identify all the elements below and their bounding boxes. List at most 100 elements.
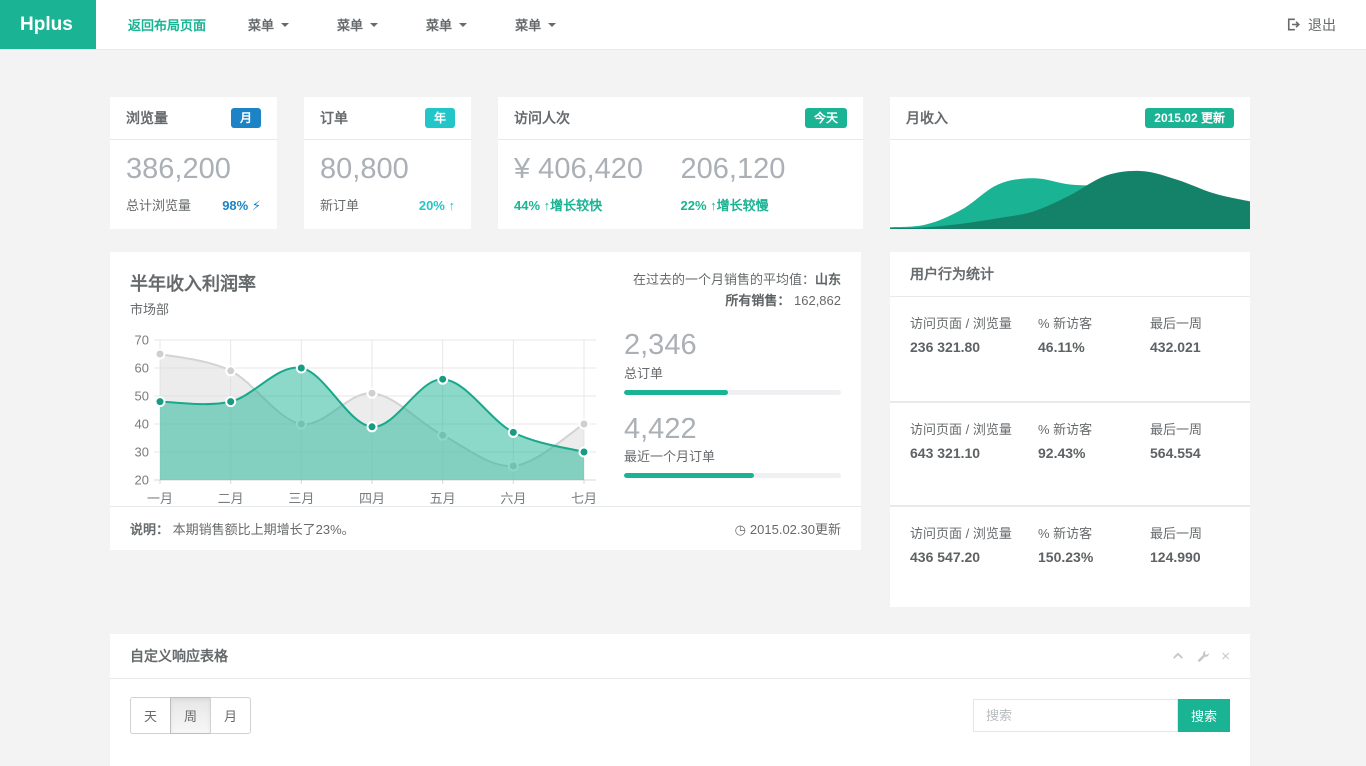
back-to-layout-link[interactable]: 返回布局页面 xyxy=(110,0,224,49)
chevron-up-icon xyxy=(1172,650,1184,662)
svg-text:二月: 二月 xyxy=(218,491,244,506)
visits-right-desc: 增长较慢 xyxy=(717,198,769,213)
collapse-button[interactable] xyxy=(1172,650,1184,662)
svg-text:一月: 一月 xyxy=(147,491,173,506)
user-behavior-panel: 用户行为统计 访问页面 / 浏览量236 321.80 % 新访客46.11% … xyxy=(890,252,1250,607)
search-button[interactable]: 搜索 xyxy=(1178,699,1230,732)
card-title: 访问人次 xyxy=(514,108,570,128)
total-orders-label: 总订单 xyxy=(624,363,841,382)
middle-row: 半年收入利润率 市场部 203040506070一月二月三月四月五月六月七月 在… xyxy=(110,252,1250,607)
menu-item-2[interactable]: 菜单 xyxy=(313,0,402,49)
panel-note: 说明： 本期销售额比上期增长了23%。 xyxy=(130,519,355,538)
panel-title: 用户行为统计 xyxy=(910,264,994,284)
stat-card-visits: 访问人次 今天 ¥ 406,420 44% ↑增长较快 206,120 22% … xyxy=(498,97,863,229)
svg-text:四月: 四月 xyxy=(359,491,385,506)
total-orders-progress xyxy=(624,390,841,395)
last-week-metric: 432.021 xyxy=(1150,339,1230,355)
svg-text:30: 30 xyxy=(135,445,149,460)
visits-left-desc: 增长较快 xyxy=(550,198,602,213)
total-orders-stat: 2,346 总订单 xyxy=(624,330,841,395)
svg-text:60: 60 xyxy=(135,361,149,376)
panel-title: 自定义响应表格 xyxy=(130,646,228,666)
column-header-item: 项目 xyxy=(130,756,728,766)
card-title: 订单 xyxy=(320,108,348,128)
new-visitors-metric: 150.23% xyxy=(1038,549,1150,565)
month-orders-stat: 4,422 最近一个月订单 xyxy=(624,414,841,479)
last-week-metric: 564.554 xyxy=(1150,445,1230,461)
svg-text:六月: 六月 xyxy=(500,491,526,506)
update-time: ◷2015.02.30更新 xyxy=(735,519,841,538)
menu-item-4[interactable]: 菜单 xyxy=(491,0,580,49)
filter-day-button[interactable]: 天 xyxy=(130,697,171,734)
settings-button[interactable] xyxy=(1196,650,1209,663)
stat-card-views: 浏览量 月 386,200 总计浏览量 98% ⚡ xyxy=(110,97,277,229)
stat-card-orders: 订单 年 80,800 新订单 20% ↑ xyxy=(304,97,471,229)
chevron-down-icon xyxy=(370,23,378,27)
period-filter-group: 天 周 月 xyxy=(130,697,251,734)
top-navbar: Hplus 返回布局页面 菜单 菜单 菜单 菜单 退出 xyxy=(0,0,1366,50)
close-icon[interactable]: × xyxy=(1221,649,1230,664)
responsive-table-panel: 自定义响应表格 × 天 周 月 xyxy=(110,634,1250,766)
bolt-icon: ⚡ xyxy=(252,198,261,213)
visits-metric: 436 547.20 xyxy=(910,549,1020,565)
column-header-progress: 进度 xyxy=(728,756,838,766)
chevron-down-icon xyxy=(548,23,556,27)
visits-left-percent: 44% xyxy=(514,198,540,213)
menu-item-3[interactable]: 菜单 xyxy=(402,0,491,49)
visits-amount: ¥ 406,420 xyxy=(514,154,681,186)
logout-label: 退出 xyxy=(1308,15,1336,35)
total-sales-value: 162,862 xyxy=(794,293,841,308)
chevron-down-icon xyxy=(281,23,289,27)
new-visitors-metric: 46.11% xyxy=(1038,339,1150,355)
revenue-profit-panel: 半年收入利润率 市场部 203040506070一月二月三月四月五月六月七月 在… xyxy=(110,252,861,550)
svg-text:40: 40 xyxy=(135,417,149,432)
income-sparkline-chart xyxy=(890,140,1250,229)
orders-value: 80,800 xyxy=(320,154,455,186)
orders-percent: 20% xyxy=(419,198,445,213)
user-stats-row: 访问页面 / 浏览量643 321.10 % 新访客92.43% 最后一周564… xyxy=(890,401,1250,505)
level-up-icon: ↑ xyxy=(449,198,456,213)
period-badge: 今天 xyxy=(805,108,847,128)
page-content: 浏览量 月 386,200 总计浏览量 98% ⚡ 订单 年 80,800 新订… xyxy=(0,50,1366,766)
svg-text:七月: 七月 xyxy=(571,491,597,506)
user-stats-row: 访问页面 / 浏览量236 321.80 % 新访客46.11% 最后一周432… xyxy=(890,297,1250,401)
avg-sales-region: 山东 xyxy=(815,272,841,287)
column-header-action: 操作 xyxy=(1139,756,1230,766)
chart-subtitle: 市场部 xyxy=(130,299,610,318)
month-orders-value: 4,422 xyxy=(624,414,841,446)
table-header-row: 项目 进度 任务 日期 操作 xyxy=(130,756,1230,766)
month-orders-progress xyxy=(624,473,841,478)
menu-item-1[interactable]: 菜单 xyxy=(224,0,313,49)
card-title: 浏览量 xyxy=(126,108,168,128)
filter-month-button[interactable]: 月 xyxy=(210,697,251,734)
sales-summary-text: 在过去的一个月销售的平均值：山东 所有销售： 162,862 xyxy=(624,270,841,310)
card-title: 月收入 xyxy=(906,108,948,128)
panel-footer: 说明： 本期销售额比上期增长了23%。 ◷2015.02.30更新 xyxy=(110,506,861,550)
views-label: 总计浏览量 xyxy=(126,195,191,214)
orders-label: 新订单 xyxy=(320,195,359,214)
period-badge: 年 xyxy=(425,108,455,128)
projects-table: 项目 进度 任务 日期 操作 xyxy=(130,756,1230,766)
visits-right-block: 206,120 22% ↑增长较慢 xyxy=(681,154,848,214)
month-orders-label: 最近一个月订单 xyxy=(624,446,841,465)
visits-metric: 236 321.80 xyxy=(910,339,1020,355)
visits-count: 206,120 xyxy=(681,154,848,186)
brand-logo[interactable]: Hplus xyxy=(0,0,96,49)
column-header-date: 日期 xyxy=(948,756,1138,766)
user-stats-row: 访问页面 / 浏览量436 547.20 % 新访客150.23% 最后一周12… xyxy=(890,505,1250,609)
new-visitors-metric: 92.43% xyxy=(1038,445,1150,461)
table-search: 搜索 xyxy=(973,699,1230,732)
svg-text:五月: 五月 xyxy=(430,491,456,506)
svg-text:三月: 三月 xyxy=(288,491,314,506)
logout-button[interactable]: 退出 xyxy=(1285,0,1366,49)
filter-week-button[interactable]: 周 xyxy=(170,697,211,734)
sign-out-icon xyxy=(1285,17,1300,32)
chevron-down-icon xyxy=(459,23,467,27)
visits-right-percent: 22% xyxy=(681,198,707,213)
search-input[interactable] xyxy=(973,699,1178,732)
stat-card-income: 月收入 2015.02 更新 xyxy=(890,97,1250,229)
chart-title: 半年收入利润率 xyxy=(130,270,610,296)
navbar-menu: 返回布局页面 菜单 菜单 菜单 菜单 xyxy=(96,0,580,49)
wrench-icon xyxy=(1196,650,1209,663)
total-orders-value: 2,346 xyxy=(624,330,841,362)
